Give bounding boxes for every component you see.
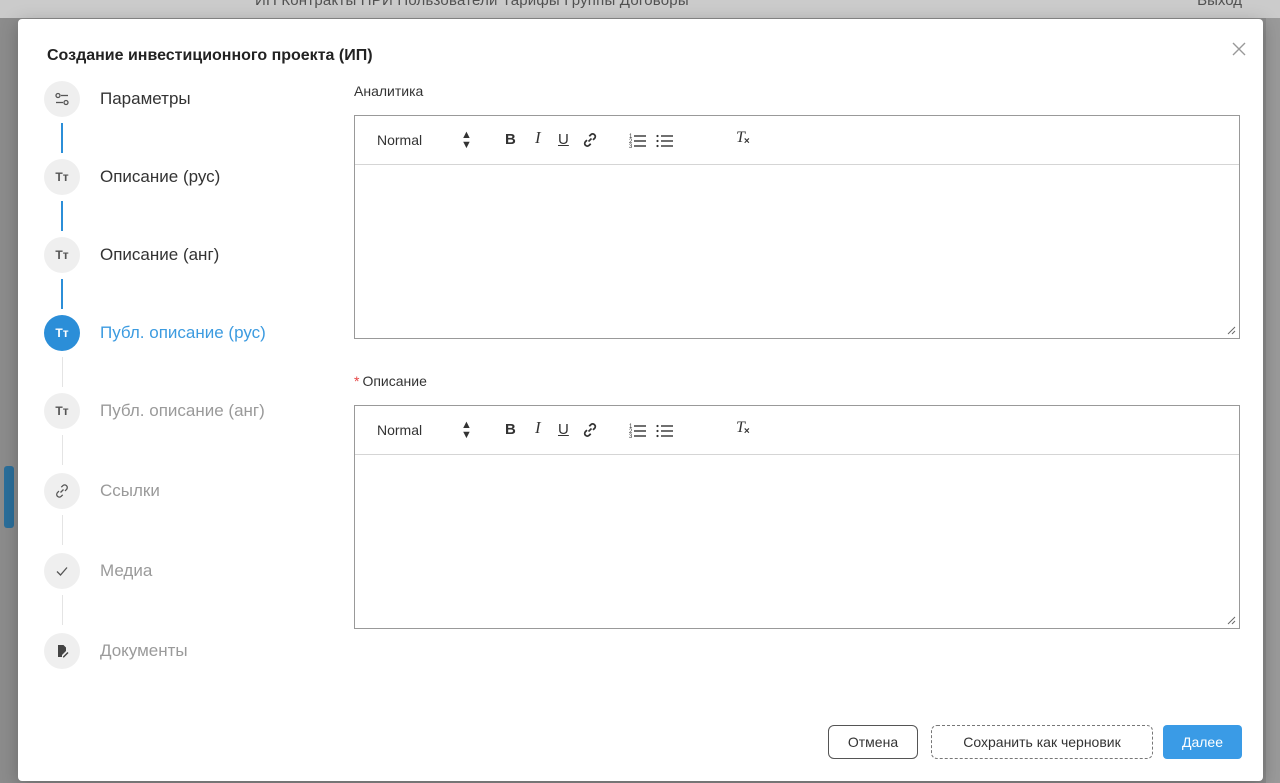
background-sidebar-tab xyxy=(4,466,14,528)
required-mark: * xyxy=(354,373,360,389)
description-label: * Описание xyxy=(354,373,427,389)
step-links[interactable]: Ссылки xyxy=(44,471,334,511)
svg-text:3: 3 xyxy=(629,144,633,148)
analytics-label: Аналитика xyxy=(354,83,424,99)
step-documents[interactable]: Документы xyxy=(44,631,334,671)
step-public-description-ru[interactable]: Tт Публ. описание (рус) xyxy=(44,313,334,353)
underline-button[interactable]: U xyxy=(558,421,569,439)
step-connector xyxy=(62,595,63,625)
step-parameters[interactable]: Параметры xyxy=(44,79,334,119)
ordered-list-icon[interactable]: 123 xyxy=(629,132,647,152)
step-connector xyxy=(62,357,63,387)
bullet-list-icon[interactable] xyxy=(656,132,674,152)
italic-button[interactable]: I xyxy=(535,419,541,437)
text-size-icon: Tт xyxy=(44,315,80,351)
select-arrows-icon[interactable]: ▲ ▼ xyxy=(461,420,472,441)
step-connector xyxy=(61,123,63,153)
step-label: Ссылки xyxy=(100,481,160,500)
select-arrows-icon[interactable]: ▲ ▼ xyxy=(461,130,472,151)
cancel-button[interactable]: Отмена xyxy=(828,725,918,759)
ordered-list-icon[interactable]: 123 xyxy=(629,422,647,442)
step-public-description-en[interactable]: Tт Публ. описание (анг) xyxy=(44,391,334,431)
analytics-editor: Normal ▲ ▼ B I U 123 T× xyxy=(354,115,1240,339)
close-icon[interactable] xyxy=(1227,37,1251,61)
step-label: Публ. описание (рус) xyxy=(100,323,266,342)
clear-format-button[interactable]: T× xyxy=(736,419,751,439)
analytics-editor-body[interactable] xyxy=(355,165,1239,338)
step-media[interactable]: Медиа xyxy=(44,551,334,591)
header-select[interactable]: Normal xyxy=(377,421,422,439)
step-connector xyxy=(62,435,63,465)
background-exit: Выход xyxy=(1197,0,1242,9)
background-scrollbar xyxy=(1266,18,1280,783)
link-icon[interactable] xyxy=(582,132,598,152)
editor-toolbar: Normal ▲ ▼ B I U 123 T× xyxy=(355,116,1239,165)
clear-x-icon: × xyxy=(743,426,750,437)
svg-text:3: 3 xyxy=(629,434,633,438)
step-connector xyxy=(62,515,63,545)
clear-x-icon: × xyxy=(743,136,750,147)
description-editor-body[interactable] xyxy=(355,455,1239,628)
resize-handle-icon[interactable] xyxy=(1226,325,1236,335)
modal-title: Создание инвестиционного проекта (ИП) xyxy=(47,47,373,64)
bold-button[interactable]: B xyxy=(505,131,516,149)
save-draft-button[interactable]: Сохранить как черновик xyxy=(931,725,1153,759)
document-edit-icon xyxy=(44,633,80,669)
step-description-en[interactable]: Tт Описание (анг) xyxy=(44,235,334,275)
description-label-text: Описание xyxy=(362,373,427,389)
text-size-icon: Tт xyxy=(44,159,80,195)
step-label: Описание (анг) xyxy=(100,245,220,264)
header-select[interactable]: Normal xyxy=(377,131,422,149)
sliders-icon xyxy=(44,81,80,117)
description-editor: Normal ▲ ▼ B I U 123 T× xyxy=(354,405,1240,629)
link-icon xyxy=(44,473,80,509)
step-label: Документы xyxy=(100,641,188,660)
steps-navigator: Параметры Tт Описание (рус) Tт Описание … xyxy=(44,79,334,679)
bullet-list-icon[interactable] xyxy=(656,422,674,442)
text-size-icon: Tт xyxy=(44,237,80,273)
editor-toolbar: Normal ▲ ▼ B I U 123 T× xyxy=(355,406,1239,455)
step-label: Параметры xyxy=(100,89,191,108)
background-topbar: ИП Контракты ПРИ Пользователи Тарифы Гру… xyxy=(0,0,1280,18)
bold-button[interactable]: B xyxy=(505,421,516,439)
text-size-icon: Tт xyxy=(44,393,80,429)
background-nav: ИП Контракты ПРИ Пользователи Тарифы Гру… xyxy=(255,0,689,9)
step-label: Описание (рус) xyxy=(100,167,221,186)
link-icon[interactable] xyxy=(582,422,598,442)
step-description-ru[interactable]: Tт Описание (рус) xyxy=(44,157,334,197)
underline-button[interactable]: U xyxy=(558,131,569,149)
step-connector xyxy=(61,201,63,231)
create-project-modal: Создание инвестиционного проекта (ИП) Па… xyxy=(18,19,1263,781)
italic-button[interactable]: I xyxy=(535,129,541,147)
clear-format-button[interactable]: T× xyxy=(736,129,751,149)
resize-handle-icon[interactable] xyxy=(1226,615,1236,625)
next-button[interactable]: Далее xyxy=(1163,725,1242,759)
step-label: Медиа xyxy=(100,561,153,580)
check-icon xyxy=(44,553,80,589)
step-connector xyxy=(61,279,63,309)
step-label: Публ. описание (анг) xyxy=(100,401,265,420)
